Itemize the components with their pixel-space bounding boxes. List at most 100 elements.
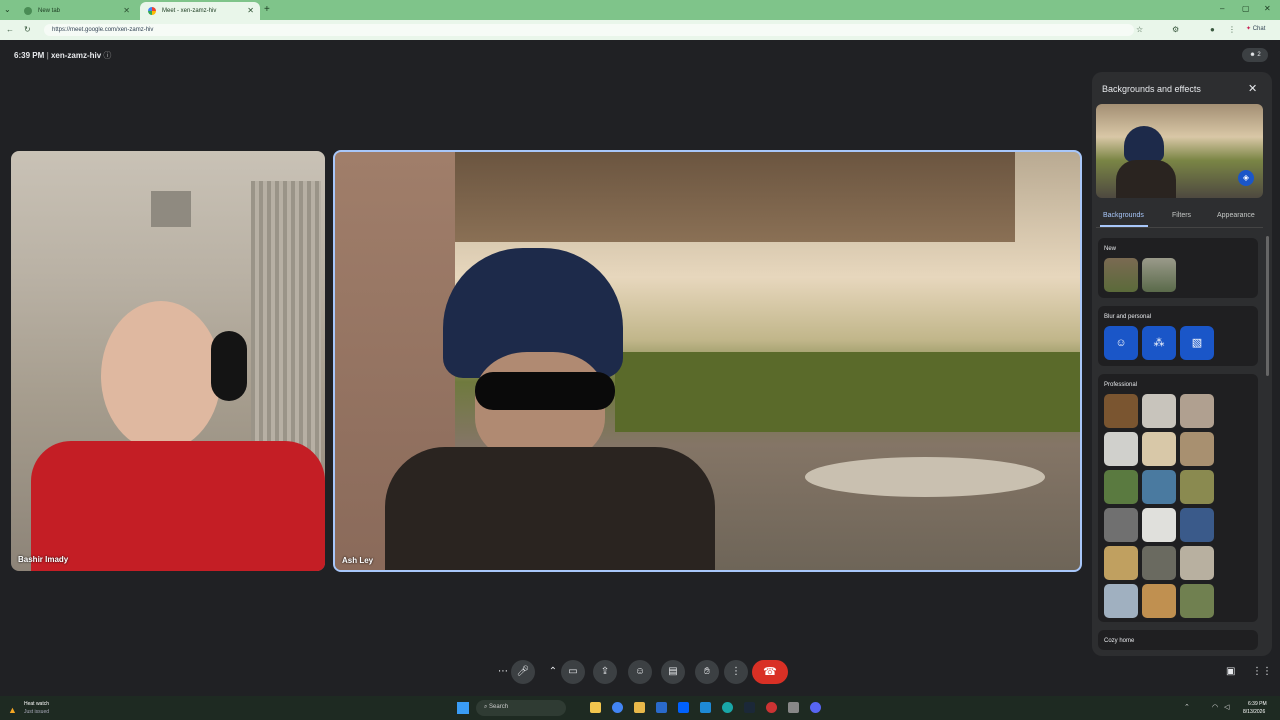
extensions-icon[interactable]: ⚙ [1172,25,1179,34]
background-thumbnail[interactable] [1142,546,1176,580]
leave-call-button[interactable]: ☎ [752,660,788,684]
chat-button[interactable]: ✦ Chat [1246,25,1265,32]
background-thumbnail[interactable] [1180,470,1214,504]
background-thumbnail[interactable] [1142,394,1176,428]
background-thumbnail[interactable] [1104,258,1138,292]
slight-blur-icon: ☺ [1115,337,1127,349]
info-icon[interactable]: ⓘ [103,51,111,60]
url-text: https://meet.google.com/xen-zamz-hiv [52,27,154,33]
meet-favicon-icon [148,7,156,15]
image-add-icon: ▧ [1191,337,1203,349]
participants-count-button[interactable]: ☻ 2 [1242,48,1268,62]
store-icon[interactable] [656,702,667,713]
background-thumbnail[interactable] [1180,432,1214,466]
volume-icon[interactable]: ◁ [1224,703,1229,711]
section-cozy-home: Cozy home [1098,630,1258,650]
tab-backgrounds[interactable]: Backgrounds [1103,212,1144,219]
background-thumbnail[interactable] [1142,258,1176,292]
taskbar-date: 8/13/2026 [1243,709,1266,715]
sunglasses [475,372,615,410]
maximize-icon[interactable]: ▢ [1242,4,1250,13]
background-thumbnail[interactable] [1180,584,1214,618]
people-icon: ☻ [1249,52,1256,58]
background-thumbnail[interactable] [1180,394,1214,428]
preview-body [1116,160,1176,198]
background-thumbnail[interactable] [1104,584,1138,618]
captions-button[interactable]: ▤ [661,660,685,684]
close-icon[interactable]: ✕ [1248,82,1257,95]
present-screen-button[interactable]: ⇪ [593,660,617,684]
discord-icon[interactable] [810,702,821,713]
window-close-icon[interactable]: ✕ [1264,4,1271,13]
background-thumbnail[interactable] [1180,546,1214,580]
reload-icon[interactable]: ↻ [24,25,31,34]
folder-icon[interactable] [634,702,645,713]
chat-panel-icon[interactable]: ▣ [1226,666,1235,677]
dropbox-icon[interactable] [678,702,689,713]
person-head [101,301,221,451]
meeting-code: xen-zamz-hiv [50,51,102,60]
background-thumbnail[interactable] [1142,508,1176,542]
start-button[interactable] [457,702,469,714]
background-thumbnail[interactable] [1104,546,1138,580]
section-label: Cozy home [1104,638,1135,644]
raise-hand-button[interactable]: ✋︎ [695,660,719,684]
slight-blur-button[interactable]: ☺ [1104,326,1138,360]
tab-appearance[interactable]: Appearance [1217,212,1255,219]
section-new: New [1098,238,1258,298]
headphones [211,331,247,401]
pergola-roof [375,152,1015,242]
file-explorer-icon[interactable] [590,702,601,713]
meeting-time: 6:39 PM [14,51,45,60]
taskbar-search[interactable]: ⌕ Search [476,700,566,716]
background-thumbnail[interactable] [1104,470,1138,504]
tray-chevron-icon[interactable]: ⌃ [1184,703,1190,711]
background-thumbnail[interactable] [1104,508,1138,542]
microphone-button[interactable]: 🎤︎ [511,660,535,684]
wifi-icon[interactable]: ◠ [1212,703,1218,711]
background-thumbnail[interactable] [1142,584,1176,618]
reactions-button[interactable]: ☺ [628,660,652,684]
participant-name: Bashir Imady [18,555,69,564]
bookmark-star-icon[interactable]: ☆ [1136,25,1143,34]
close-icon[interactable]: ✕ [123,6,130,15]
back-icon[interactable]: ← [6,25,14,34]
menu-dots-icon[interactable]: ⋮ [1228,25,1236,34]
background-thumbnail[interactable] [1142,432,1176,466]
minimize-icon[interactable]: – [1220,4,1224,13]
participant-tile-bashir[interactable]: Bashir Imady [11,151,325,571]
red-jacket [31,441,325,571]
url-field[interactable]: https://meet.google.com/xen-zamz-hiv [44,24,1134,36]
search-placeholder: Search [489,704,509,710]
tab-filters[interactable]: Filters [1172,212,1191,219]
tab-new-tab[interactable]: New tab ✕ [16,2,136,20]
weather-widget[interactable]: ▲ [8,700,17,718]
background-thumbnail[interactable] [1180,508,1214,542]
close-icon[interactable]: ✕ [247,6,254,15]
section-professional: Professional [1098,374,1258,622]
activities-icon[interactable]: ⋮⋮ [1252,666,1272,677]
participant-tile-ash[interactable]: Ash Ley [333,150,1082,572]
effects-badge-icon[interactable]: ◈ [1238,170,1254,186]
profile-icon[interactable]: ● [1210,25,1215,34]
app-icon[interactable] [788,702,799,713]
edge-icon[interactable] [722,702,733,713]
background-thumbnail[interactable] [1104,432,1138,466]
chrome-icon[interactable] [612,702,623,713]
chat-label: Chat [1252,26,1266,32]
blur-button[interactable]: ⁂ [1142,326,1176,360]
upload-background-button[interactable]: ▧ [1180,326,1214,360]
sweater [385,447,715,570]
taskbar-time: 6:39 PM [1248,701,1267,707]
new-tab-plus-icon[interactable]: + [264,4,270,15]
vscode-icon[interactable] [700,702,711,713]
background-thumbnail[interactable] [1142,470,1176,504]
steam-icon[interactable] [744,702,755,713]
app-icon[interactable] [766,702,777,713]
panel-scrollbar[interactable] [1266,236,1269,376]
more-actions-button[interactable]: ⋮ [724,660,748,684]
tab-search-icon[interactable]: ⌄ [4,5,11,14]
background-thumbnail[interactable] [1104,394,1138,428]
tab-meet[interactable]: Meet - xen-zamz-hiv ✕ [140,2,260,20]
camera-button[interactable]: ▭ [561,660,585,684]
